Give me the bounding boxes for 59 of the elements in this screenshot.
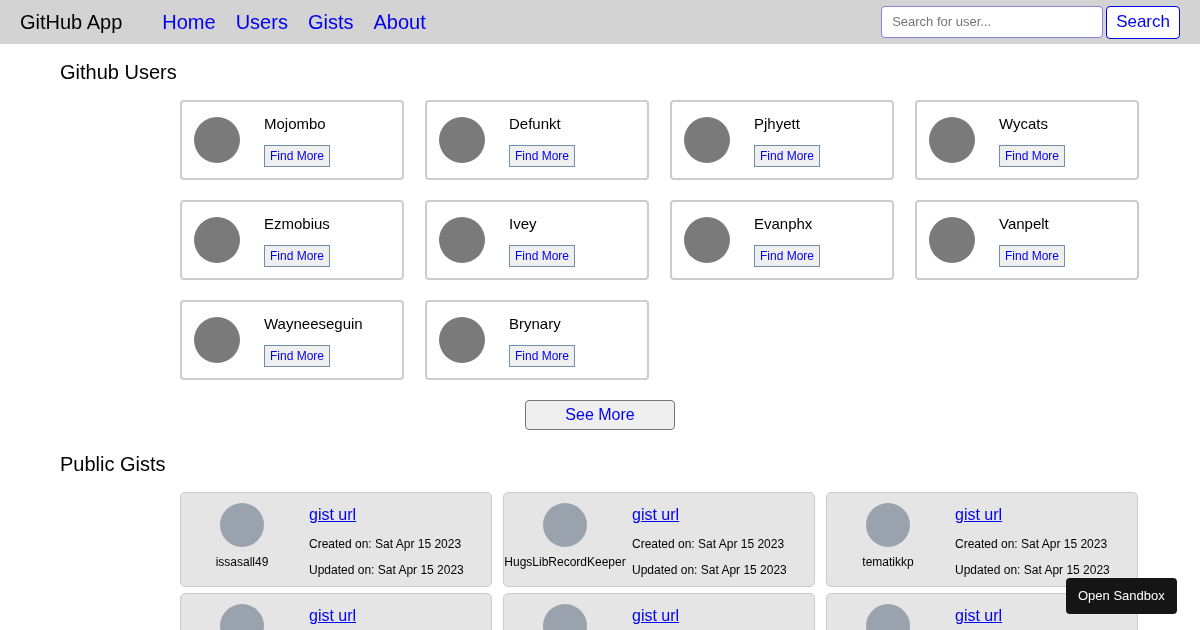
gist-username: HugsLibRecordKeeper (504, 554, 626, 571)
avatar-image (543, 503, 587, 547)
user-name: Mojombo (264, 113, 326, 134)
avatar-image (866, 503, 910, 547)
find-more-button[interactable]: Find More (509, 245, 576, 268)
open-sandbox-button[interactable]: Open Sandbox (1066, 578, 1177, 614)
user-name: Ezmobius (264, 213, 330, 234)
user-name: Wayneeseguin (264, 313, 363, 334)
avatar-photo (439, 217, 485, 263)
user-name: Vanpelt (999, 213, 1049, 234)
updated-date: Updated on: Sat Apr 15 2023 (955, 562, 1110, 579)
find-more-button[interactable]: Find More (264, 345, 331, 368)
gist-link[interactable]: gist url (309, 607, 357, 624)
nav-link[interactable]: Gists (307, 7, 354, 37)
user-name: Pjhyett (754, 113, 800, 134)
created-date: Created on: Sat Apr 15 2023 (309, 536, 463, 553)
brand-title: GitHub App (20, 10, 123, 35)
nav-link[interactable]: About (373, 7, 426, 37)
gist-username: tematikkp (862, 554, 914, 571)
gist-username: issasall49 (215, 554, 269, 571)
nav-link[interactable]: Users (235, 7, 288, 37)
avatar-photo (194, 117, 240, 163)
section-heading: Github Users (60, 60, 178, 84)
avatar-photo (194, 217, 240, 263)
avatar-image (220, 503, 264, 547)
gist-link[interactable]: gist url (955, 607, 1003, 624)
search-button[interactable]: Search (1106, 5, 1180, 39)
search-field[interactable]: Search for user... (881, 5, 1104, 38)
gist-link[interactable]: gist url (632, 506, 680, 523)
find-more-button[interactable]: Find More (754, 245, 821, 268)
user-name: Ivey (509, 213, 537, 234)
avatar-photo (929, 117, 975, 163)
gist-link[interactable]: gist url (632, 607, 680, 624)
user-name: Brynary (509, 313, 561, 334)
created-date: Created on: Sat Apr 15 2023 (632, 536, 786, 553)
updated-date: Updated on: Sat Apr 15 2023 (632, 562, 787, 579)
created-date: Created on: Sat Apr 15 2023 (955, 536, 1109, 553)
find-more-button[interactable]: Find More (999, 245, 1066, 268)
find-more-button[interactable]: Find More (999, 145, 1066, 168)
section-heading: Public Gists (60, 452, 167, 476)
find-more-button[interactable]: Find More (264, 145, 331, 168)
user-name: Wycats (999, 113, 1049, 134)
user-name: Defunkt (509, 113, 561, 134)
see-more-button[interactable]: See More (525, 400, 675, 430)
updated-date: Updated on: Sat Apr 15 2023 (309, 562, 464, 579)
avatar-photo (684, 217, 730, 263)
avatar-photo (684, 117, 730, 163)
find-more-button[interactable]: Find More (754, 145, 821, 168)
avatar-photo (194, 317, 240, 363)
avatar-photo (439, 117, 485, 163)
gist-link[interactable]: gist url (955, 506, 1003, 523)
find-more-button[interactable]: Find More (509, 345, 576, 368)
user-name: Evanphx (754, 213, 813, 234)
find-more-button[interactable]: Find More (264, 245, 331, 268)
find-more-button[interactable]: Find More (509, 145, 576, 168)
nav-link[interactable]: Home (162, 7, 216, 37)
avatar-photo (439, 317, 485, 363)
avatar-photo (929, 217, 975, 263)
gist-link[interactable]: gist url (309, 506, 357, 523)
